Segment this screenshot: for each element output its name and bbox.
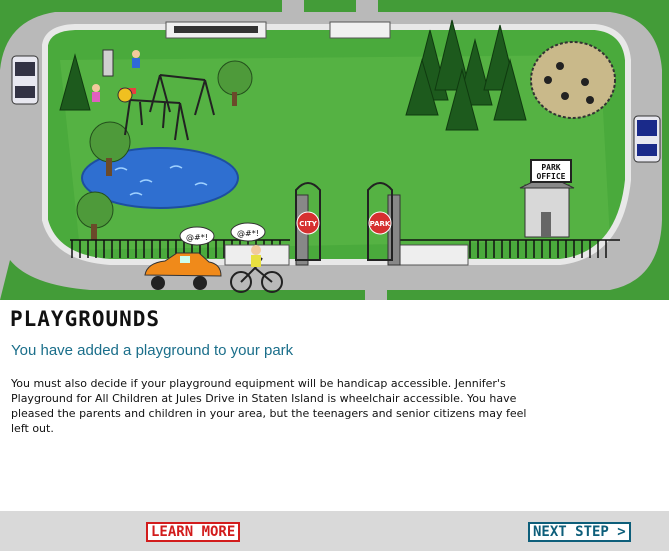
speech-bubble-cyclist: @#*! xyxy=(230,222,266,242)
learn-more-button[interactable]: LEARN MORE xyxy=(146,522,241,542)
dog-run xyxy=(530,41,616,119)
driver-speech: @#*! xyxy=(186,233,208,242)
bus-right-icon xyxy=(633,115,661,163)
park-scene: PARK OFFICE CITY PARK @#*! @#*! xyxy=(0,0,669,300)
page-title: PLAYGROUNDS xyxy=(10,307,161,331)
body-paragraph: You must also decide if your playground … xyxy=(11,377,527,435)
speech-bubble-driver: @#*! xyxy=(179,226,215,246)
city-sign: CITY xyxy=(299,220,318,228)
office-sign-line1: PARK xyxy=(541,163,560,172)
page-subtitle: You have added a playground to your park xyxy=(11,342,294,359)
bus-left-icon xyxy=(11,55,39,105)
office-sign-line2: OFFICE xyxy=(537,172,566,181)
cyclist-speech: @#*! xyxy=(237,229,259,238)
park-sign: PARK xyxy=(370,220,391,228)
next-step-button[interactable]: NEXT STEP > xyxy=(528,522,631,542)
